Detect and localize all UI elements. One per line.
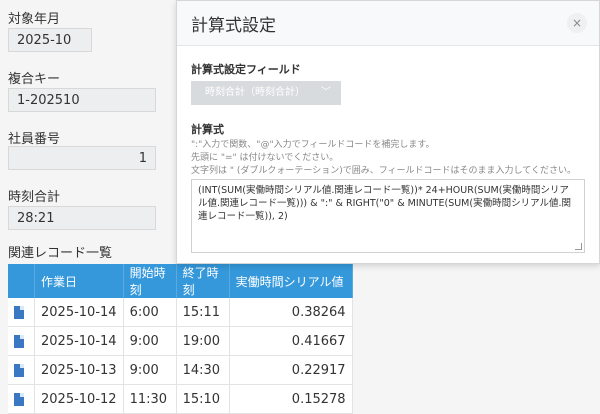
field-label-composite-key: 複合キー [8, 72, 61, 87]
cell-work-date: 2025-10-14 [34, 298, 124, 327]
cell-work-serial: 0.38264 [229, 298, 353, 327]
cell-work-date: 2025-10-12 [34, 384, 124, 414]
document-icon[interactable] [14, 334, 24, 348]
cell-start-time: 11:30 [123, 384, 177, 414]
cell-work-date: 2025-10-13 [34, 355, 124, 385]
dialog-title: 計算式設定 [191, 16, 276, 36]
cell-work-serial: 0.41667 [229, 326, 353, 356]
close-icon[interactable]: × [572, 16, 582, 30]
formula-help-text: ":"入力で関数、"@"入力でフィールドコードを補完します。 先頭に "=" は… [191, 139, 591, 178]
formula-field-section-label: 計算式設定フィールド [191, 63, 301, 76]
record-link[interactable] [8, 355, 35, 385]
table-row: 2025-10-14 6:00 15:11 0.38264 [8, 298, 353, 327]
cell-start-time: 9:00 [123, 355, 177, 385]
header-end-time: 終了時刻 [176, 264, 230, 298]
cell-end-time: 14:30 [176, 355, 230, 385]
chevron-down-icon[interactable]: ﹀ [321, 81, 331, 105]
help-line: 先頭に "=" は付けないでください。 [191, 153, 339, 163]
cell-start-time: 9:00 [123, 326, 177, 356]
cell-end-time: 15:10 [176, 384, 230, 414]
header-work-serial: 実働時間シリアル値 [229, 264, 353, 298]
table-row: 2025-10-13 9:00 14:30 0.22917 [8, 355, 353, 385]
help-line: ":"入力で関数、"@"入力でフィールドコードを補完します。 [191, 140, 435, 150]
formula-field-select[interactable]: 時刻合計（時刻合計） ﹀ [191, 81, 341, 105]
table-row: 2025-10-12 11:30 15:10 0.15278 [8, 384, 353, 414]
header-work-date: 作業日 [34, 264, 124, 298]
document-icon[interactable] [14, 392, 24, 406]
field-value-employee-number: 1 [8, 146, 156, 170]
table-row: 2025-10-14 9:00 19:00 0.41667 [8, 326, 353, 356]
record-link[interactable] [8, 326, 35, 356]
formula-field-select-value[interactable]: 時刻合計（時刻合計） [205, 87, 305, 98]
formula-settings-dialog: 計算式設定 × 計算式設定フィールド 時刻合計（時刻合計） ﹀ 計算式 ":"入… [176, 0, 600, 264]
record-link[interactable] [8, 384, 35, 414]
related-records-table: 作業日 開始時刻 終了時刻 実働時間シリアル値 2025-10-14 6:00 … [8, 264, 353, 414]
field-value-composite-key: 1-202510 [8, 88, 156, 112]
table-header-row: 作業日 開始時刻 終了時刻 実働時間シリアル値 [8, 264, 353, 298]
cell-work-serial: 0.22917 [229, 355, 353, 385]
formula-textarea[interactable]: (INT(SUM(実働時間シリアル値.関連レコード一覧))* 24+HOUR(S… [191, 179, 585, 253]
header-start-time: 開始時刻 [123, 264, 177, 298]
dialog-header: 計算式設定 × [177, 1, 599, 46]
field-value-target-month: 2025-10 [8, 28, 92, 52]
record-link[interactable] [8, 298, 35, 327]
cell-start-time: 6:00 [123, 298, 177, 327]
resize-handle-icon[interactable] [575, 243, 582, 250]
related-records-label: 関連レコード一覧 [8, 246, 113, 261]
document-icon[interactable] [14, 305, 24, 319]
field-label-employee-number: 社員番号 [8, 132, 61, 147]
field-label-target-month: 対象年月 [8, 12, 61, 27]
header-icon-col [8, 264, 35, 298]
formula-section-label: 計算式 [191, 123, 224, 136]
cell-end-time: 19:00 [176, 326, 230, 356]
document-icon[interactable] [14, 363, 24, 377]
cell-work-date: 2025-10-14 [34, 326, 124, 356]
help-line: 文字列は " (ダブルクォーテーション)で囲み、フィールドコードはそのまま入力し… [191, 166, 576, 176]
formula-text[interactable]: (INT(SUM(実働時間シリアル値.関連レコード一覧))* 24+HOUR(S… [198, 185, 571, 222]
cell-work-serial: 0.15278 [229, 384, 353, 414]
field-label-time-total: 時刻合計 [8, 190, 61, 205]
cell-end-time: 15:11 [176, 298, 230, 327]
close-button[interactable]: × [567, 13, 587, 33]
field-value-time-total: 28:21 [8, 206, 156, 230]
